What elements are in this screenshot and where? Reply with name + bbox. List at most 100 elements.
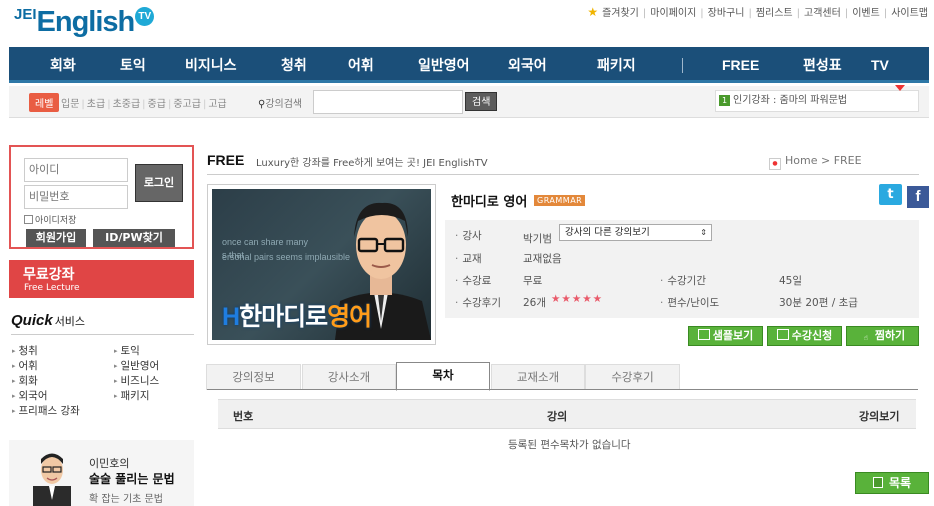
facebook-icon[interactable]: f [907,186,929,208]
nav-free[interactable]: FREE [722,47,759,83]
review-label: 수강후기 [455,295,501,310]
free-lecture-banner[interactable]: 무료강좌 Free Lecture [9,260,194,298]
fee-label: 수강료 [455,273,491,288]
rating-stars-icon: ★★★★★ [551,293,604,305]
period-value: 45일 [779,275,803,287]
teacher-portrait-image [33,453,71,506]
level-badge: 레벨 [29,93,60,112]
toc-col-view: 강의보기 [859,410,900,423]
tab-teacher-intro[interactable]: 강사소개 [302,364,396,390]
level-pre-intermediate[interactable]: 초중급 [113,99,141,110]
episodes-label: 편수/난이도 [660,295,719,310]
save-id-checkbox[interactable]: 아이디저장 [24,213,76,226]
level-intermediate[interactable]: 중급 [148,99,166,110]
teacher-label: 강사 [455,228,481,243]
category-badge: GRAMMAR [534,195,586,206]
toplink-mypage[interactable]: 마이페이지 [650,8,696,19]
divider [207,174,919,175]
ticker-arrow-icon[interactable] [895,85,905,91]
toplink-support[interactable]: 고객센터 [804,8,841,19]
quick-link-package[interactable]: 패키지 [114,388,150,403]
tab-toc[interactable]: 목차 [396,362,490,391]
quick-link-conversation[interactable]: 회화 [12,373,38,388]
nav-foreign-language[interactable]: 외국어 [508,47,547,83]
join-button[interactable]: 회원가입 [26,229,86,247]
level-upper-intermediate[interactable]: 중고급 [173,99,201,110]
review-count[interactable]: 26개 [523,295,546,310]
nav-general-english[interactable]: 일반영어 [418,47,470,83]
logo-english: English [36,6,136,38]
star-icon: ★ [587,5,599,19]
nav-divider [682,58,683,73]
toplink-cart[interactable]: 장바구니 [708,8,745,19]
level-links: 입문 | 초급 | 초중급 | 중급 | 중고급 | 고급 [61,99,227,110]
quick-link-general-english[interactable]: 일반영어 [114,358,160,373]
toplink-sitemap[interactable]: 사이트맵 [891,8,928,19]
checkbox-icon[interactable] [24,215,33,224]
logo-jei: JEI [14,6,37,23]
episodes-value: 30분 20편 / 초급 [779,297,858,309]
popular-rank: 1 [719,95,730,106]
sub-bar: 레벨 입문 | 초급 | 초중급 | 중급 | 중고급 | 고급 ⚲강의검색 검색 1 인기강좌 : … [9,86,929,118]
nav-business[interactable]: 비지니스 [185,47,237,83]
search-label: ⚲강의검색 [258,99,303,110]
id-input[interactable] [24,158,128,182]
login-box: 로그인 아이디저장 회원가입 ID/PW찾기 [9,145,194,249]
toplink-event[interactable]: 이벤트 [852,8,880,19]
login-button[interactable]: 로그인 [135,164,183,202]
board-text-1: once can share many [222,237,309,247]
toplink-bookmark[interactable]: 즐겨찾기 [602,8,639,19]
level-advanced[interactable]: 고급 [208,99,226,110]
breadcrumb[interactable]: ● Home > FREE [769,154,862,170]
quick-link-business[interactable]: 비즈니스 [114,373,160,388]
nav-toeic[interactable]: 토익 [120,47,146,83]
course-title: 한마디로 영어 [451,195,528,210]
quick-link-freepass[interactable]: 프리패스 강좌 [12,403,80,418]
list-button[interactable]: 목록 [855,472,929,494]
tab-book-intro[interactable]: 교재소개 [491,364,585,390]
apply-button[interactable]: 수강신청 [767,326,842,346]
tab-reviews[interactable]: 수강후기 [585,364,680,390]
site-logo[interactable]: JEIEnglish TV [14,6,155,39]
popular-lecture-ticker[interactable]: 1 인기강좌 : 줌마의 파워문법 [715,90,919,112]
popular-text: 인기강좌 : 줌마의 파워문법 [733,95,848,106]
nav-conversation[interactable]: 회화 [50,47,76,83]
nav-schedule[interactable]: 편성표 [803,47,842,83]
page-title: FREE [207,152,245,168]
pencil-icon [776,329,789,340]
course-thumbnail: once can share many s that ersonal pairs… [207,184,436,345]
toplink-wishlist[interactable]: 찜리스트 [756,8,793,19]
level-beginner[interactable]: 초급 [87,99,105,110]
password-input[interactable] [24,185,128,209]
toc-empty-message: 등록된 편수목차가 없습니다 [508,439,631,451]
search-input[interactable] [313,90,463,114]
quick-link-listening[interactable]: 청취 [12,343,38,358]
quick-link-foreign[interactable]: 외국어 [12,388,48,403]
book-value: 교재없음 [523,253,562,265]
select-arrows-icon: ⇕ [700,228,707,237]
period-label: 수강기간 [660,273,706,288]
nav-package[interactable]: 패키지 [597,47,636,83]
free-lecture-subtitle: Free Lecture [24,283,80,293]
nav-tv[interactable]: TV [871,47,889,83]
nav-vocabulary[interactable]: 어휘 [348,47,374,83]
course-logo-text: H한마디로영어 [222,303,372,331]
find-id-pw-button[interactable]: ID/PW찾기 [93,229,175,247]
promo-banner[interactable]: 이민호의 술술 풀리는 문법 확 잡는 기초 문법 [9,440,194,506]
wishlist-button[interactable]: ☝ 찜하기 [846,326,919,346]
promo-line-1: 이민호의 [89,457,130,470]
level-intro[interactable]: 입문 [61,99,79,110]
toc-col-number: 번호 [233,410,254,423]
teacher-other-lectures-select[interactable]: 강사의 다른 강의보기 ⇕ [559,224,712,241]
promo-line-2: 술술 풀리는 문법 [89,472,175,486]
main-nav: 회화 토익 비지니스 청취 어휘 일반영어 외국어 패키지 FREE 편성표 T… [9,47,929,83]
sample-view-button[interactable]: 샘플보기 [688,326,763,346]
quick-link-toeic[interactable]: 토익 [114,343,140,358]
quick-link-vocabulary[interactable]: 어휘 [12,358,38,373]
divider [11,334,194,335]
search-button[interactable]: 검색 [465,92,498,111]
nav-listening[interactable]: 청취 [281,47,307,83]
tab-lecture-info[interactable]: 강의정보 [206,364,301,390]
twitter-icon[interactable]: t [879,184,902,205]
tab-underline [207,389,918,390]
